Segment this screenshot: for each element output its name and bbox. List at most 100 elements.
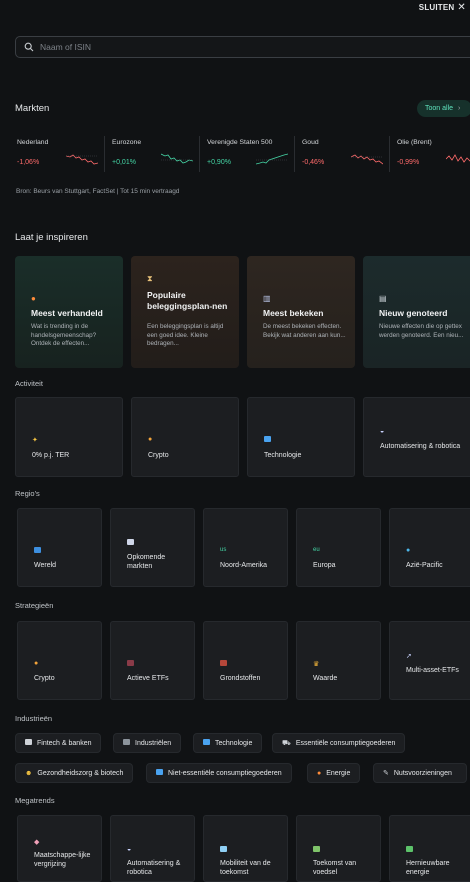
chip-label: Niet-essentiële consumptiegoederen <box>168 769 282 777</box>
market-item-olie-brent[interactable]: Olie (Brent) -0,99% <box>394 134 470 174</box>
market-item-nederland[interactable]: Nederland -1,06% <box>14 134 106 174</box>
market-item-goud[interactable]: Goud -0,46% <box>299 134 391 174</box>
show-all-label: Toon alle <box>425 105 454 112</box>
tile-label: Europa <box>313 562 336 569</box>
car-icon <box>220 846 227 854</box>
regions-title: Regio's <box>15 489 40 498</box>
monitor-icon <box>264 436 271 444</box>
inspire-card-title: Meest verhandeld <box>31 308 103 318</box>
tile-label: Crypto <box>148 452 169 459</box>
strategy-tile-crypto[interactable]: ● Crypto <box>17 621 102 700</box>
inspire-card-desc: Wat is trending in de handelsgemeenschap… <box>31 323 97 348</box>
market-change: -0,99% <box>397 159 420 166</box>
rising-chart-icon <box>127 539 134 547</box>
chip-label: Energie <box>326 769 351 777</box>
market-sparkline <box>351 154 383 165</box>
rocket-icon: ➚ <box>406 653 412 660</box>
fire-icon: ● <box>317 769 322 777</box>
activity-tile-crypto[interactable]: ● Crypto <box>131 397 239 477</box>
megatrend-tile-automatisering[interactable]: ◒ Automatisering & robotica <box>110 815 195 882</box>
industry-chip-fintech[interactable]: Fintech & banken <box>15 733 102 753</box>
inspire-card-meest-verhandeld[interactable]: ● Meest verhandeld Wat is trending in de… <box>15 256 123 368</box>
tile-label: Actieve ETFs <box>127 675 169 682</box>
robot-icon: ◒ <box>127 846 132 853</box>
inspire-card-nieuw-genoteerd[interactable]: ▤ Nieuw genoteerd Nieuwe effecten die op… <box>363 256 470 368</box>
market-item-verenigde-staten-500[interactable]: Verenigde Staten 500 +0,90% <box>204 134 296 174</box>
top-bar: SLUITEN ✕ <box>0 0 470 16</box>
shopping-bags-icon <box>156 769 163 777</box>
activity-tile-ter[interactable]: ✦ 0% p.j. TER <box>15 397 123 477</box>
market-sparkline <box>161 153 193 164</box>
tile-label: Wereld <box>34 562 57 569</box>
industry-chip-nutsvoorzieningen[interactable]: ✎ Nutsvoorzieningen <box>373 763 467 783</box>
strategies-title: Strategieën <box>15 601 54 610</box>
megatrend-tile-mobiliteit[interactable]: Mobiliteit van de toekomst <box>203 815 288 882</box>
close-label: SLUITEN <box>418 3 455 12</box>
tile-label: Opkomende markten <box>127 554 166 570</box>
cart-icon: ⛟ <box>282 739 291 747</box>
region-tile-europa[interactable]: eu Europa <box>296 508 381 587</box>
market-name: Nederland <box>17 139 49 146</box>
newspaper-icon: ▤ <box>379 294 387 303</box>
crown-icon: ♛ <box>313 661 320 668</box>
factory-icon <box>123 739 130 747</box>
inspire-card-meest-bekeken[interactable]: ▥ Meest bekeken De meest bekeken effecte… <box>247 256 355 368</box>
close-button[interactable]: SLUITEN ✕ <box>418 2 466 12</box>
industries-title: Industrieën <box>15 714 53 723</box>
industry-chip-energie[interactable]: ● Energie <box>307 763 361 783</box>
tile-label: Maatschappe-lijke vergrijzing <box>34 852 91 868</box>
industry-chip-niet-essentiele-consumptiegoederen[interactable]: Niet-essentiële consumptiegoederen <box>146 763 292 783</box>
megatrend-tile-voedsel[interactable]: Toekomst van voedsel <box>296 815 381 882</box>
eu-flag-icon: eu <box>313 547 320 553</box>
tile-label: Mobiliteit van de toekomst <box>220 860 271 876</box>
face-icon: ☻ <box>25 769 33 777</box>
activity-tile-automatisering[interactable]: ◒ Automatisering & robotica <box>363 397 470 477</box>
search-input[interactable]: Naam of ISIN <box>15 36 470 58</box>
strategy-tile-waarde[interactable]: ♛ Waarde <box>296 621 381 700</box>
industry-chip-essentiele-consumptiegoederen[interactable]: ⛟ Essentiële consumptiegoederen <box>272 733 406 753</box>
search-icon <box>24 42 34 52</box>
market-name: Verenigde Staten 500 <box>207 139 273 146</box>
megatrend-tile-hernieuwbare-energie[interactable]: Hernieuwbare energie <box>389 815 470 882</box>
market-change: +0,01% <box>112 159 136 166</box>
barrel-icon <box>220 660 227 668</box>
market-divider <box>294 136 295 172</box>
region-tile-wereld[interactable]: Wereld <box>17 508 102 587</box>
robot-icon: ◒ <box>380 428 385 435</box>
industry-chip-technologie[interactable]: Technologie <box>193 733 263 753</box>
market-name: Goud <box>302 139 319 146</box>
industry-chip-gezondheidszorg[interactable]: ☻ Gezondheidszorg & biotech <box>15 763 134 783</box>
tile-label: Waarde <box>313 675 338 682</box>
activity-tile-technologie[interactable]: Technologie <box>247 397 355 477</box>
activity-title: Activiteit <box>15 379 43 388</box>
inspire-title: Laat je inspireren <box>15 232 88 243</box>
show-all-button[interactable]: Toon alle › <box>417 100 470 117</box>
inspire-card-populaire-beleggingsplannen[interactable]: ⧗ Populaire beleggingsplan-nen Een beleg… <box>131 256 239 368</box>
market-sparkline <box>446 154 470 163</box>
market-item-eurozone[interactable]: Eurozone +0,01% <box>109 134 201 174</box>
us-flag-icon: us <box>220 547 227 553</box>
hourglass-icon: ⧗ <box>147 274 153 283</box>
strategy-tile-multi-asset-etfs[interactable]: ➚ Multi-asset-ETFs <box>389 621 470 700</box>
tile-label: Noord-Amerika <box>220 562 268 569</box>
bank-icon <box>25 739 32 747</box>
market-sparkline <box>256 153 288 165</box>
market-name: Olie (Brent) <box>397 139 432 146</box>
tile-label: Automatisering & robotica <box>127 860 181 876</box>
region-tile-azie-pacific[interactable]: ● Azië-Pacific <box>389 508 470 587</box>
strategy-tile-actieve-etfs[interactable]: Actieve ETFs <box>110 621 195 700</box>
industry-chip-industrielen[interactable]: Industriëlen <box>113 733 182 753</box>
tile-label: Automatisering & robotica <box>380 443 461 450</box>
megatrend-tile-vergrijzing[interactable]: ◆ Maatschappe-lijke vergrijzing <box>17 815 102 882</box>
tile-label: Toekomst van voedsel <box>313 860 357 876</box>
battery-icon <box>406 846 413 854</box>
search-placeholder: Naam of ISIN <box>40 42 92 52</box>
chip-label: Technologie <box>215 739 253 747</box>
market-data-source: Bron: Beurs van Stuttgart, FactSet | Tot… <box>16 188 180 195</box>
region-tile-noord-amerika[interactable]: us Noord-Amerika <box>203 508 288 587</box>
tile-label: 0% p.j. TER <box>32 452 70 459</box>
market-change: -1,06% <box>17 159 40 166</box>
region-tile-opkomende-markten[interactable]: Opkomende markten <box>110 508 195 587</box>
strategy-tile-grondstoffen[interactable]: Grondstoffen <box>203 621 288 700</box>
markets-row: Nederland -1,06% Eurozone +0,01% Verenig… <box>14 134 470 174</box>
